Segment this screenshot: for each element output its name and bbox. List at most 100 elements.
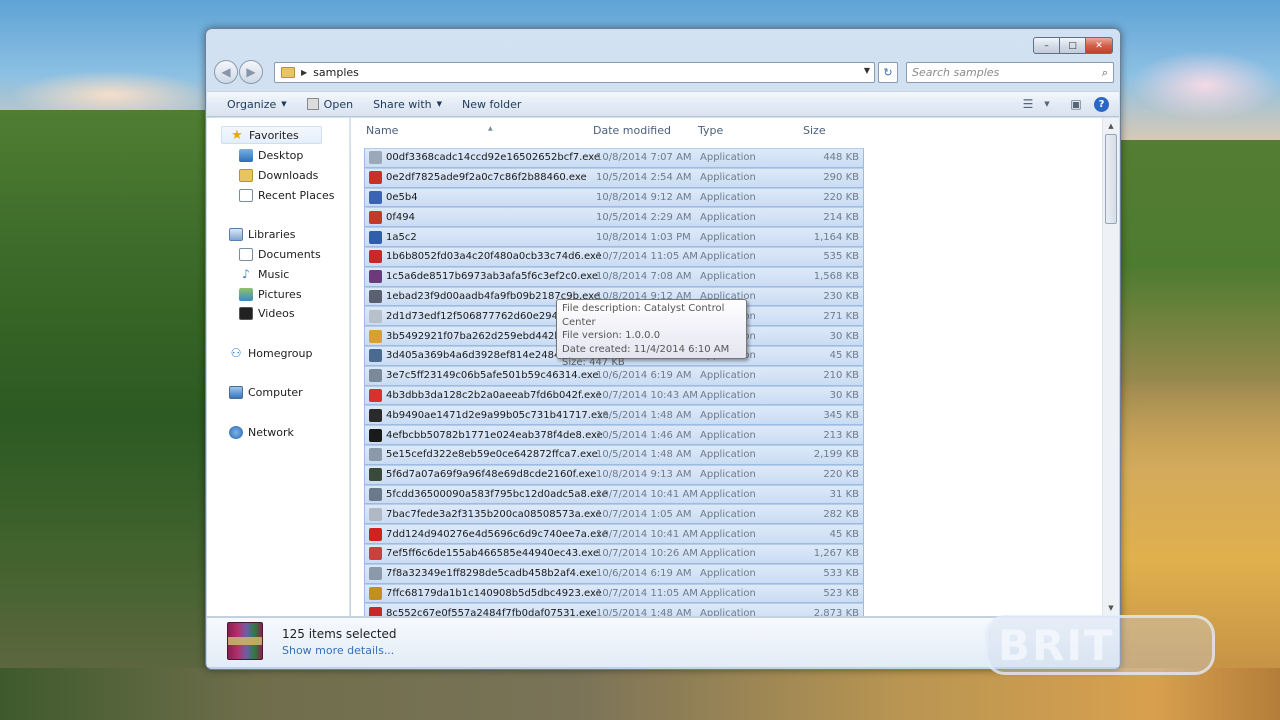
nav-label: Downloads <box>258 168 319 182</box>
column-header-size[interactable]: Size <box>803 124 826 137</box>
column-header-type[interactable]: Type <box>698 124 723 137</box>
scroll-down-icon[interactable]: ▼ <box>1103 600 1119 616</box>
videos-icon <box>239 306 253 320</box>
minimize-button[interactable]: – <box>1033 37 1060 54</box>
organize-label: Organize <box>227 97 277 111</box>
command-bar: Organize ▼ Open Share with ▼ New folder ☰ … <box>207 91 1119 117</box>
file-row[interactable]: 7bac7fede3a2f3135b200ca08508573a.exe 10/7… <box>364 504 864 525</box>
file-row[interactable]: 5e15cefd322e8eb59e0ce642872ffca7.exe 10/5… <box>364 444 864 465</box>
scroll-thumb[interactable] <box>1105 134 1117 224</box>
file-row[interactable]: 4efbcbb50782b1771e024eab378f4de8.exe 10/5… <box>364 425 864 445</box>
file-row[interactable]: 0e5b4 10/8/2014 9:12 AM Application 220 KB <box>364 187 864 208</box>
open-button[interactable]: Open <box>297 92 363 116</box>
refresh-button[interactable]: ↻ <box>878 62 898 83</box>
file-type: Application <box>700 370 756 382</box>
file-row[interactable]: 7ef5ff6c6de155ab466585e44940ec43.exe 10/7… <box>364 543 864 564</box>
maximize-button[interactable]: □ <box>1060 37 1086 54</box>
nav-item-computer[interactable]: Computer <box>229 383 303 401</box>
file-date: 10/6/2014 6:19 AM <box>596 568 692 580</box>
file-row[interactable]: 0e2df7825ade9f2a0c7c86f2b88460.exe 10/5/2… <box>364 167 864 188</box>
file-size: 30 KB <box>829 330 859 342</box>
desktop-cloud <box>10 70 210 120</box>
application-icon <box>369 151 382 165</box>
file-date: 10/7/2014 10:26 AM <box>596 548 698 560</box>
nav-label: Computer <box>248 385 303 399</box>
file-type: Application <box>700 469 756 481</box>
forward-arrow-icon: ▶ <box>246 65 256 79</box>
nav-item-network[interactable]: Network <box>229 423 294 441</box>
file-type: Application <box>700 231 756 243</box>
file-name: 4efbcbb50782b1771e024eab378f4de8.exe <box>386 429 603 441</box>
view-dropdown-icon[interactable]: ▼ <box>1040 100 1054 108</box>
dropdown-arrow-icon: ▼ <box>436 100 443 108</box>
column-header-name[interactable]: Name ▲ <box>366 124 493 137</box>
file-row[interactable]: 7f8a32349e1ff8298de5cadb458b2af4.exe 10/6… <box>364 563 864 584</box>
address-dropdown-icon[interactable]: ▼ <box>864 66 870 75</box>
back-button[interactable]: ◀ <box>214 60 238 84</box>
file-row[interactable]: 00df3368cadc14ccd92e16502652bcf7.exe 10/8… <box>364 148 864 168</box>
breadcrumb-arrow-icon[interactable]: ▶ <box>301 68 307 77</box>
file-row[interactable]: 8c552c67e0f557a2484f7fb0daf07531.exe 10/5… <box>364 603 864 616</box>
organize-button[interactable]: Organize ▼ <box>207 92 297 116</box>
file-row[interactable]: 5fcdd36500090a583f795bc12d0adc5a8.exe 10/… <box>364 484 864 505</box>
application-icon <box>369 586 382 600</box>
file-date: 10/6/2014 6:19 AM <box>596 370 692 382</box>
file-row[interactable]: 5f6d7a07a69f9a96f48e69d8cde2160f.exe 10/8… <box>364 464 864 485</box>
file-size: 282 KB <box>823 508 859 520</box>
open-icon <box>306 98 319 110</box>
file-row[interactable]: 1a5c2 10/8/2014 1:03 PM Application 1,164 K… <box>364 227 864 247</box>
file-row[interactable]: 1b6b8052fd03a4c20f480a0cb33c74d6.exe 10/7… <box>364 246 864 267</box>
watermark-logo: BRIT <box>985 615 1215 675</box>
show-more-details-link[interactable]: Show more details... <box>282 644 394 657</box>
file-row[interactable]: 7dd124d940276e4d5696c6d9c740ee7a.exe 10/7… <box>364 524 864 544</box>
nav-label: Favorites <box>249 128 299 142</box>
share-with-button[interactable]: Share with ▼ <box>363 92 452 116</box>
tooltip-size: Size: 447 KB <box>562 357 625 368</box>
search-icon[interactable]: ⌕ <box>1102 66 1108 80</box>
homegroup-icon: ⚇ <box>230 345 242 360</box>
nav-item-pictures[interactable]: Pictures <box>239 285 302 303</box>
desktop-cliff <box>0 668 1280 720</box>
vertical-scrollbar[interactable]: ▲ ▼ <box>1102 118 1119 616</box>
search-input[interactable]: Search samples ⌕ <box>906 62 1114 83</box>
details-pane: 125 items selected Show more details... <box>207 617 1119 667</box>
selection-count: 125 items selected <box>282 627 397 641</box>
nav-item-desktop[interactable]: Desktop <box>239 146 303 164</box>
application-icon <box>369 507 382 521</box>
help-icon[interactable]: ? <box>1094 96 1109 112</box>
music-icon: ♪ <box>242 266 250 281</box>
file-size: 448 KB <box>823 152 859 164</box>
archive-stack-icon <box>227 622 263 660</box>
file-row[interactable]: 7ffc68179da1b1c140908b5d5dbc4923.exe 10/7… <box>364 583 864 604</box>
nav-item-homegroup[interactable]: ⚇ Homegroup <box>229 344 313 362</box>
nav-item-music[interactable]: ♪ Music <box>239 265 289 283</box>
file-row[interactable]: 4b3dbb3da128c2b2a0aeeab7fd6b042f.exe 10/7… <box>364 385 864 406</box>
forward-button[interactable]: ▶ <box>239 60 263 84</box>
view-options-icon[interactable]: ☰ <box>1016 97 1040 111</box>
file-type: Application <box>700 488 756 500</box>
nav-item-recent-places[interactable]: Recent Places <box>239 186 335 204</box>
new-folder-button[interactable]: New folder <box>452 92 531 116</box>
nav-item-downloads[interactable]: Downloads <box>239 166 318 184</box>
close-button[interactable]: ✕ <box>1086 37 1113 54</box>
file-size: 214 KB <box>823 211 859 223</box>
file-row[interactable]: 0f494 10/5/2014 2:29 AM Application 214 KB <box>364 207 864 228</box>
file-type: Application <box>700 548 756 560</box>
address-bar[interactable]: ▶ samples ▼ <box>274 62 875 83</box>
column-label: Date modified <box>593 124 671 137</box>
nav-item-favorites[interactable]: ★ Favorites <box>221 126 322 144</box>
file-row[interactable]: 4b9490ae1471d2e9a99b05c731b41717.exe 10/5… <box>364 405 864 426</box>
column-header-date[interactable]: Date modified <box>593 124 671 137</box>
preview-pane-icon[interactable]: ▣ <box>1064 97 1088 111</box>
nav-item-libraries[interactable]: Libraries <box>229 225 296 243</box>
file-date: 10/8/2014 7:08 AM <box>596 271 692 283</box>
file-name: 00df3368cadc14ccd92e16502652bcf7.exe <box>386 152 601 164</box>
scroll-up-icon[interactable]: ▲ <box>1103 118 1119 134</box>
breadcrumb-samples[interactable]: samples <box>313 66 359 79</box>
dropdown-arrow-icon: ▼ <box>281 100 287 108</box>
nav-item-videos[interactable]: Videos <box>239 304 295 322</box>
nav-item-documents[interactable]: Documents <box>239 245 321 263</box>
file-date: 10/5/2014 1:48 AM <box>596 449 692 461</box>
file-row[interactable]: 1c5a6de8517b6973ab3afa5f6c3ef2c0.exe 10/8… <box>364 266 864 287</box>
toolbar-right: ☰ ▼ ▣ ? <box>1016 92 1119 116</box>
